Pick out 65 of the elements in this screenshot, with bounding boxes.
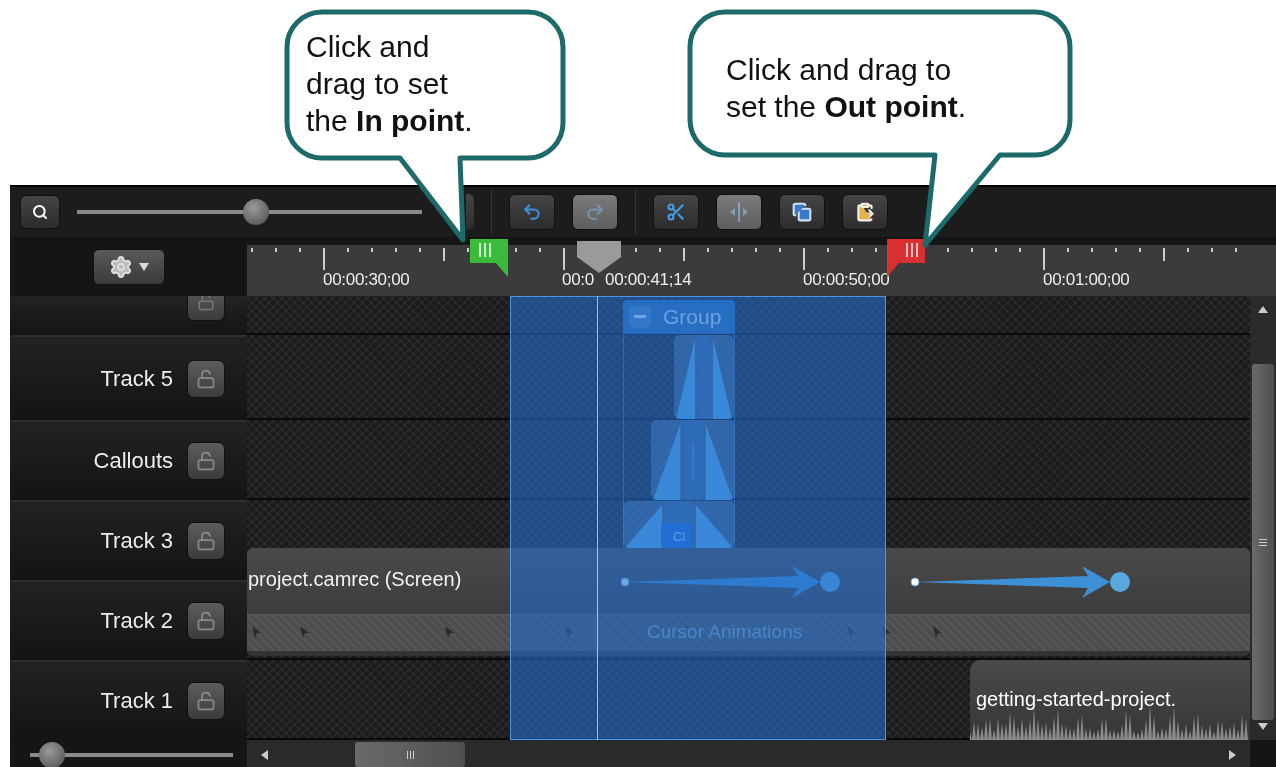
- callout-text: Click and drag to set the Out point.: [726, 52, 967, 125]
- playhead-marker[interactable]: [577, 241, 621, 273]
- timecode-label: 00:0: [562, 270, 594, 290]
- clip-label: project.camrec (Screen): [248, 568, 462, 591]
- lock-button[interactable]: [187, 522, 225, 560]
- scroll-right-icon[interactable]: [1229, 750, 1236, 760]
- lock-button[interactable]: [187, 602, 225, 640]
- paste-button[interactable]: [842, 194, 888, 230]
- scroll-thumb[interactable]: [355, 742, 465, 767]
- track-name: Callouts: [93, 448, 173, 474]
- lock-icon: [197, 296, 215, 311]
- redo-icon: [585, 202, 605, 222]
- grip-icon: [1259, 538, 1267, 546]
- callout-text: Click and drag to set the In point.: [306, 29, 473, 139]
- cursor-icon: [300, 626, 309, 638]
- vertical-scrollbar[interactable]: [1250, 296, 1276, 740]
- horizontal-scrollbar[interactable]: [247, 740, 1250, 767]
- slider-thumb[interactable]: [243, 199, 270, 225]
- lock-button[interactable]: [187, 442, 225, 480]
- scroll-down-icon[interactable]: [1258, 723, 1268, 730]
- cursor-icon: [933, 626, 942, 638]
- unlocked-icon: [196, 451, 216, 471]
- undo-icon: [522, 202, 542, 222]
- group-label: Group: [663, 304, 722, 329]
- scroll-up-icon[interactable]: [1258, 306, 1268, 313]
- in-point-marker[interactable]: [470, 239, 510, 279]
- grip-icon: [406, 750, 414, 759]
- cut-button[interactable]: [653, 194, 699, 230]
- zoom-button[interactable]: [20, 195, 60, 229]
- unlocked-icon: [196, 531, 216, 551]
- cursor-icon: [252, 626, 261, 638]
- clipboard-icon: [855, 202, 875, 222]
- unlocked-icon: [196, 691, 216, 711]
- playhead-time: 00:00:41;14: [605, 270, 695, 290]
- track-name: Track 1: [100, 688, 173, 714]
- track-name: Track 2: [100, 608, 173, 634]
- copy-icon: [792, 202, 812, 222]
- clip-label: getting-started-project.: [976, 688, 1177, 711]
- settings-icon: [108, 254, 133, 279]
- cursor-icon: [882, 626, 891, 638]
- scroll-left-icon[interactable]: [261, 750, 268, 760]
- settings-dropdown[interactable]: [92, 248, 165, 285]
- unlocked-icon: [196, 611, 216, 631]
- track-name: Track 5: [100, 365, 173, 392]
- caret-icon: [138, 262, 149, 271]
- cursor-icon: [445, 626, 454, 638]
- undo-button[interactable]: [509, 194, 555, 230]
- out-point-marker[interactable]: [887, 239, 927, 279]
- unlocked-icon: [196, 368, 216, 389]
- minus-icon: [634, 315, 646, 318]
- timecode-label: 00:00:50;00: [803, 270, 890, 290]
- lock-button[interactable]: [187, 359, 225, 398]
- copy-button[interactable]: [779, 194, 825, 230]
- search-icon: [32, 204, 48, 220]
- timecode-label: 00:01:00;00: [1043, 270, 1130, 290]
- clip-label: Cl: [661, 523, 692, 548]
- slider-thumb[interactable]: [38, 741, 65, 767]
- scroll-thumb[interactable]: [1252, 364, 1274, 720]
- scissors-icon: [666, 202, 686, 222]
- lock-button[interactable]: [187, 682, 225, 720]
- split-icon: [728, 201, 750, 223]
- audio-clip[interactable]: getting-started-project.: [970, 660, 1250, 740]
- track-name: Track 3: [100, 528, 173, 554]
- timecode-label: 00:00:30;00: [323, 270, 410, 290]
- timeline-ruler[interactable]: 00:00:30;00 00:0 00:00:41;14 00:00:50;00 00:01:00;00: [247, 237, 1276, 296]
